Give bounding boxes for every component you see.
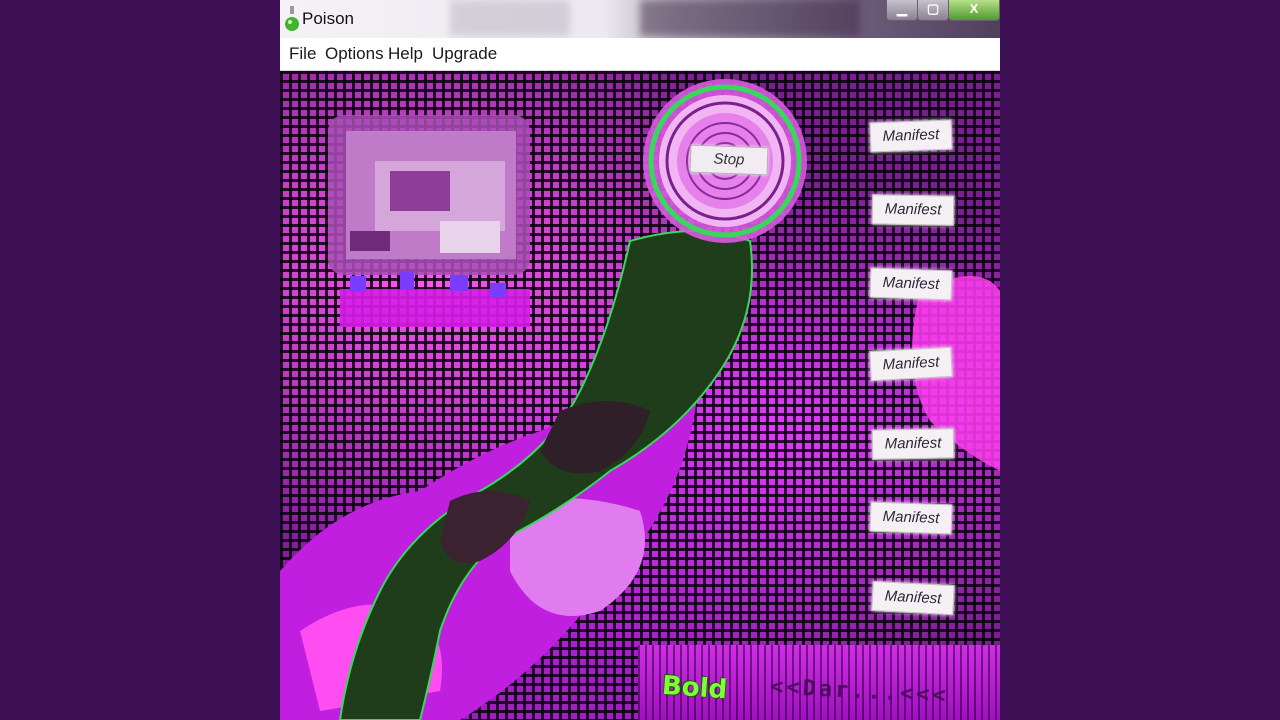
menu-upgrade[interactable]: Upgrade xyxy=(432,44,497,64)
preview-thumbnail xyxy=(328,115,530,275)
manifest-button-4[interactable]: Manifest xyxy=(869,346,953,382)
manifest-button-2[interactable]: Manifest xyxy=(871,194,955,226)
manifest-button-3[interactable]: Manifest xyxy=(869,267,953,301)
title-bar[interactable]: Poison ▁ ▢ X xyxy=(280,0,1000,39)
menu-file[interactable]: File xyxy=(289,44,316,64)
blurred-background-text xyxy=(450,0,570,36)
close-button[interactable]: X xyxy=(948,0,1000,21)
potion-bottle-icon xyxy=(285,6,299,31)
window-title: Poison xyxy=(302,9,354,28)
menu-bar: File Options Help Upgrade xyxy=(280,38,1000,71)
manifest-button-5[interactable]: Manifest xyxy=(871,428,955,460)
manifest-button-7[interactable]: Manifest xyxy=(871,580,955,616)
manifest-button-6[interactable]: Manifest xyxy=(869,501,953,535)
pixel-text-block xyxy=(340,271,530,327)
glitch-artwork xyxy=(280,79,1000,720)
stop-button[interactable]: Stop xyxy=(689,144,769,176)
blurred-background-panel xyxy=(640,0,860,36)
menu-options[interactable]: Options xyxy=(325,44,384,64)
bold-label: Bold xyxy=(661,670,729,706)
manifest-button-1[interactable]: Manifest xyxy=(869,119,953,153)
menu-help[interactable]: Help xyxy=(388,44,423,64)
maximize-button[interactable]: ▢ xyxy=(917,0,949,21)
main-canvas: Stop Manifest Manifest Manifest Manifest… xyxy=(280,71,1000,720)
minimize-button[interactable]: ▁ xyxy=(886,0,918,21)
poison-app-window: Poison ▁ ▢ X File Options Help Upgrade S… xyxy=(280,0,1000,720)
